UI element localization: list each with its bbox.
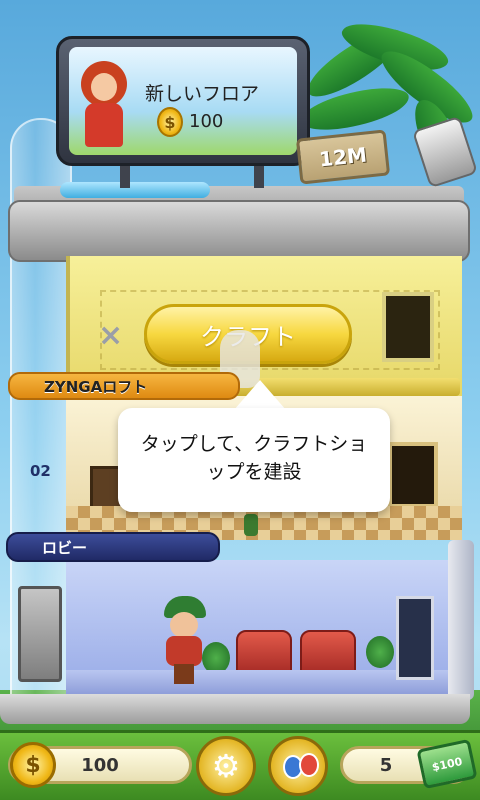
- cash-note-text: $100: [430, 754, 464, 774]
- billboard-leg: [120, 166, 130, 188]
- gear-icon: ⚙: [211, 747, 241, 785]
- billboard-girl: [77, 61, 133, 147]
- player-character[interactable]: [160, 596, 208, 684]
- tooltip-arrow: [234, 380, 286, 410]
- billboard-title: 新しいフロア: [145, 83, 260, 105]
- tutorial-tooltip: タップして、クラフトショップを建設: [118, 408, 390, 512]
- close-icon[interactable]: ×: [98, 318, 123, 353]
- settings-button[interactable]: ⚙: [196, 736, 256, 796]
- lobby-floor-label-text: ロビー: [42, 538, 88, 557]
- new-floor-billboard[interactable]: 新しいフロア $ 100: [56, 36, 310, 166]
- billboard-cost: 100: [189, 111, 224, 132]
- floor-level-sign: 12M: [295, 129, 391, 185]
- friend-red-icon: [299, 753, 319, 777]
- worker-character[interactable]: [244, 514, 258, 536]
- coin-icon: $: [10, 742, 56, 788]
- rooftop-pool: [60, 182, 210, 198]
- rooftop-slab: [8, 200, 470, 262]
- potted-plant: [366, 636, 394, 668]
- floor-number: 02: [30, 462, 51, 480]
- craft-floor-door: [382, 292, 434, 362]
- loft-floor-label: ZYNGAロフト: [8, 372, 240, 400]
- lobby-side-wall: [448, 540, 474, 700]
- tooltip-text: タップして、クラフトショップを建設: [140, 433, 368, 483]
- loft-floor-label-text: ZYNGAロフト: [44, 377, 148, 396]
- bucks-value: 5: [379, 754, 393, 776]
- lobby-door: [396, 596, 434, 680]
- building-base: [0, 694, 470, 724]
- friends-button[interactable]: [268, 736, 328, 796]
- coins-value: 100: [81, 754, 119, 776]
- billboard-leg: [254, 166, 264, 188]
- loft-door: [388, 442, 438, 508]
- elevator-door[interactable]: [18, 586, 62, 682]
- lobby-floor-label: ロビー: [6, 532, 220, 562]
- coin-icon: $: [157, 107, 183, 137]
